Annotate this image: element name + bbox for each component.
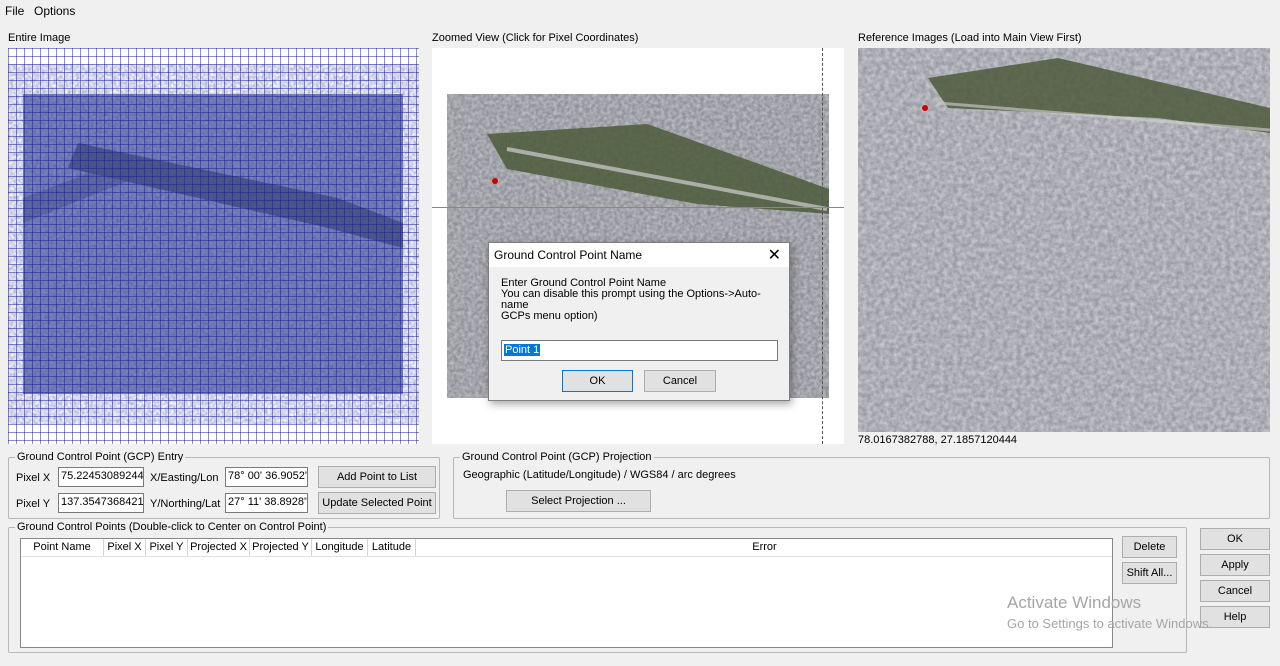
dialog-cancel-button[interactable]: Cancel (644, 370, 716, 392)
column-pixel-x[interactable]: Pixel X (104, 539, 146, 556)
column-pixel-y[interactable]: Pixel Y (146, 539, 188, 556)
close-icon[interactable]: ✕ (768, 245, 781, 265)
gcp-list-legend: Ground Control Points (Double-click to C… (15, 521, 329, 533)
activate-windows-title: Activate Windows (1007, 593, 1142, 612)
gcp-list-header: Point Name Pixel X Pixel Y Projected X P… (21, 539, 1112, 557)
column-projected-x[interactable]: Projected X (188, 539, 250, 556)
dialog-title-bar: Ground Control Point Name ✕ (489, 243, 789, 267)
grid-overlay (8, 48, 419, 444)
northing-field[interactable]: 27° 11' 38.8928'' (225, 493, 308, 513)
cancel-button[interactable]: Cancel (1200, 580, 1270, 602)
update-point-button[interactable]: Update Selected Point (318, 492, 436, 514)
column-error[interactable]: Error (416, 539, 1113, 556)
projection-text: Geographic (Latitude/Longitude) / WGS84 … (463, 469, 736, 481)
reference-coordinates: 78.0167382788, 27.1857120444 (858, 434, 1018, 446)
column-projected-y[interactable]: Projected Y (250, 539, 312, 556)
activate-windows-subtitle: Go to Settings to activate Windows. (1007, 616, 1213, 631)
column-point-name[interactable]: Point Name (21, 539, 104, 556)
pixel-y-label: Pixel Y (16, 498, 51, 510)
zoomed-view-label: Zoomed View (Click for Pixel Coordinates… (432, 32, 639, 44)
shift-all-button[interactable]: Shift All... (1122, 562, 1177, 584)
dialog-message-line2: You can disable this prompt using the Op… (501, 288, 761, 311)
reference-image (858, 48, 1270, 432)
entire-image-canvas (8, 48, 419, 444)
reference-images-label: Reference Images (Load into Main View Fi… (858, 32, 1082, 44)
crosshair-vertical (822, 48, 823, 444)
dialog-message: Enter Ground Control Point Name You can … (501, 278, 781, 322)
add-point-button[interactable]: Add Point to List (318, 466, 436, 488)
dialog-ok-button[interactable]: OK (562, 370, 633, 392)
pixel-y-field[interactable]: 137.35473684210 (58, 493, 144, 513)
projection-legend: Ground Control Point (GCP) Projection (460, 451, 654, 463)
gcp-name-dialog: Ground Control Point Name ✕ Enter Ground… (488, 242, 790, 401)
gcp-list[interactable]: Point Name Pixel X Pixel Y Projected X P… (20, 538, 1113, 648)
pixel-x-field[interactable]: 75.22453089244 (58, 467, 144, 487)
reference-gcp-marker (922, 105, 928, 111)
menu-bar: File Options (0, 0, 1280, 20)
gcp-marker (492, 178, 498, 184)
select-projection-button[interactable]: Select Projection ... (506, 490, 651, 512)
gcp-entry-legend: Ground Control Point (GCP) Entry (15, 451, 186, 463)
menu-file[interactable]: File (5, 4, 24, 18)
delete-button[interactable]: Delete (1122, 536, 1177, 558)
entire-image-label: Entire Image (8, 32, 71, 44)
gcp-name-input-value: Point 1 (504, 344, 541, 356)
column-longitude[interactable]: Longitude (312, 539, 368, 556)
dialog-title: Ground Control Point Name (494, 248, 643, 262)
easting-field[interactable]: 78° 00' 36.9052'' (225, 467, 308, 487)
crosshair-horizontal (432, 207, 844, 208)
column-latitude[interactable]: Latitude (368, 539, 416, 556)
easting-label: X/Easting/Lon (150, 472, 219, 484)
apply-button[interactable]: Apply (1200, 554, 1270, 576)
pixel-x-label: Pixel X (16, 472, 51, 484)
gcp-name-input[interactable]: Point 1 (501, 340, 778, 361)
entire-image-view[interactable] (8, 48, 419, 444)
northing-label: Y/Northing/Lat (150, 498, 221, 510)
reference-image-view[interactable] (858, 48, 1270, 432)
dialog-message-line3: GCPs menu option) (501, 310, 598, 322)
ok-button[interactable]: OK (1200, 528, 1270, 550)
menu-options[interactable]: Options (34, 4, 75, 18)
